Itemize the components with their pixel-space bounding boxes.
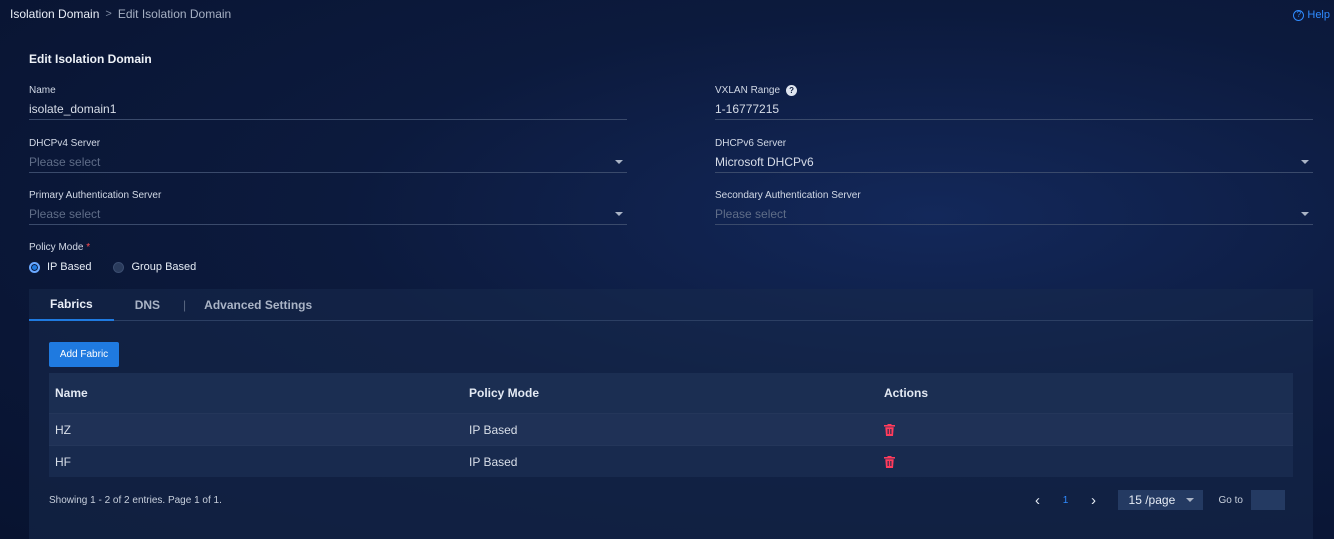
vxlan-input[interactable]: 1-16777215 <box>715 102 1313 120</box>
tab-divider: | <box>183 297 187 312</box>
delete-icon[interactable] <box>884 424 895 436</box>
pagination-summary: Showing 1 - 2 of 2 entries. Page 1 of 1. <box>49 494 222 506</box>
column-header-policy-mode: Policy Mode <box>469 386 540 400</box>
name-input[interactable]: isolate_domain1 <box>29 102 627 120</box>
page-title: Edit Isolation Domain <box>29 52 152 66</box>
dhcpv4-placeholder: Please select <box>29 155 101 169</box>
secondary-auth-select[interactable]: Please select <box>715 207 1313 225</box>
dhcpv6-label: DHCPv6 Server <box>715 138 787 149</box>
policy-mode-radio-group: IP Based Group Based <box>29 261 196 273</box>
breadcrumb-root-link[interactable]: Isolation Domain <box>10 7 99 21</box>
primary-auth-field: Primary Authentication Server Please sel… <box>29 190 627 225</box>
breadcrumb-separator: > <box>105 8 112 20</box>
cell-actions <box>878 454 1293 469</box>
help-icon: ? <box>1293 9 1305 21</box>
cell-name: HZ <box>55 422 71 437</box>
tab-panel: Fabrics DNS | Advanced Settings Add Fabr… <box>29 289 1313 539</box>
secondary-auth-field: Secondary Authentication Server Please s… <box>715 190 1313 225</box>
page-number[interactable]: 1 <box>1048 495 1084 506</box>
radio-group-based[interactable]: Group Based <box>113 261 196 273</box>
tab-advanced-settings[interactable]: Advanced Settings <box>188 289 333 321</box>
name-field: Name isolate_domain1 <box>29 85 627 120</box>
radio-group-based-label: Group Based <box>131 261 197 273</box>
help-label: Help <box>1307 9 1330 21</box>
dhcpv6-select[interactable]: Microsoft DHCPv6 <box>715 155 1313 173</box>
tab-fabrics[interactable]: Fabrics <box>29 289 114 321</box>
goto-label: Go to <box>1218 494 1243 506</box>
chevron-down-icon <box>615 160 623 164</box>
dhcpv6-value: Microsoft DHCPv6 <box>715 155 814 169</box>
name-label: Name <box>29 85 56 96</box>
page-size-value: 15 /page <box>1128 493 1176 507</box>
primary-auth-label: Primary Authentication Server <box>29 190 162 201</box>
vxlan-field: VXLAN Range ? 1-16777215 <box>715 85 1313 120</box>
breadcrumb: Isolation Domain > Edit Isolation Domain <box>10 7 231 21</box>
column-header-name: Name <box>55 386 88 400</box>
dhcpv6-field: DHCPv6 Server Microsoft DHCPv6 <box>715 138 1313 173</box>
tab-bar: Fabrics DNS | Advanced Settings <box>29 289 1313 321</box>
chevron-down-icon <box>1185 498 1194 502</box>
goto-page-input[interactable] <box>1251 490 1285 510</box>
question-icon[interactable]: ? <box>786 85 798 96</box>
required-mark: * <box>86 242 91 253</box>
cell-policy-mode: IP Based <box>469 422 518 437</box>
delete-icon[interactable] <box>884 456 895 468</box>
column-header-actions: Actions <box>884 386 929 400</box>
vxlan-label: VXLAN Range <box>715 85 781 96</box>
page-size-select[interactable]: 15 /page <box>1117 490 1203 510</box>
secondary-auth-label: Secondary Authentication Server <box>715 190 861 201</box>
cell-actions <box>878 422 1293 437</box>
table-row: HF IP Based <box>49 445 1293 477</box>
dhcpv4-field: DHCPv4 Server Please select <box>29 138 627 173</box>
radio-checked-icon <box>29 261 40 273</box>
pagination: ‹ 1 › 15 /page Go to <box>1028 489 1285 511</box>
radio-unchecked-icon <box>113 261 125 273</box>
dhcpv4-select[interactable]: Please select <box>29 155 627 173</box>
chevron-right-icon[interactable]: › <box>1084 492 1104 509</box>
policy-mode-field: Policy Mode * IP Based Group Based <box>29 242 196 273</box>
breadcrumb-current: Edit Isolation Domain <box>117 7 232 21</box>
table-row: HZ IP Based <box>49 413 1293 445</box>
add-fabric-button[interactable]: Add Fabric <box>49 342 119 367</box>
chevron-down-icon <box>1301 160 1309 164</box>
table-footer: Showing 1 - 2 of 2 entries. Page 1 of 1.… <box>49 489 1293 511</box>
dhcpv4-label: DHCPv4 Server <box>29 138 101 149</box>
fabrics-table: Name Policy Mode Actions HZ IP Based HF … <box>49 373 1293 477</box>
secondary-auth-placeholder: Please select <box>715 207 787 221</box>
policy-mode-label: Policy Mode <box>29 242 84 253</box>
primary-auth-placeholder: Please select <box>29 207 101 221</box>
help-link[interactable]: ? Help <box>1293 9 1330 21</box>
cell-policy-mode: IP Based <box>469 454 518 469</box>
chevron-down-icon <box>1301 212 1309 216</box>
chevron-left-icon[interactable]: ‹ <box>1028 492 1048 509</box>
radio-ip-based[interactable]: IP Based <box>29 261 91 273</box>
table-header: Name Policy Mode Actions <box>49 373 1293 413</box>
radio-ip-based-label: IP Based <box>47 261 92 273</box>
cell-name: HF <box>55 454 71 469</box>
primary-auth-select[interactable]: Please select <box>29 207 627 225</box>
tab-dns[interactable]: DNS <box>114 289 181 321</box>
chevron-down-icon <box>615 212 623 216</box>
